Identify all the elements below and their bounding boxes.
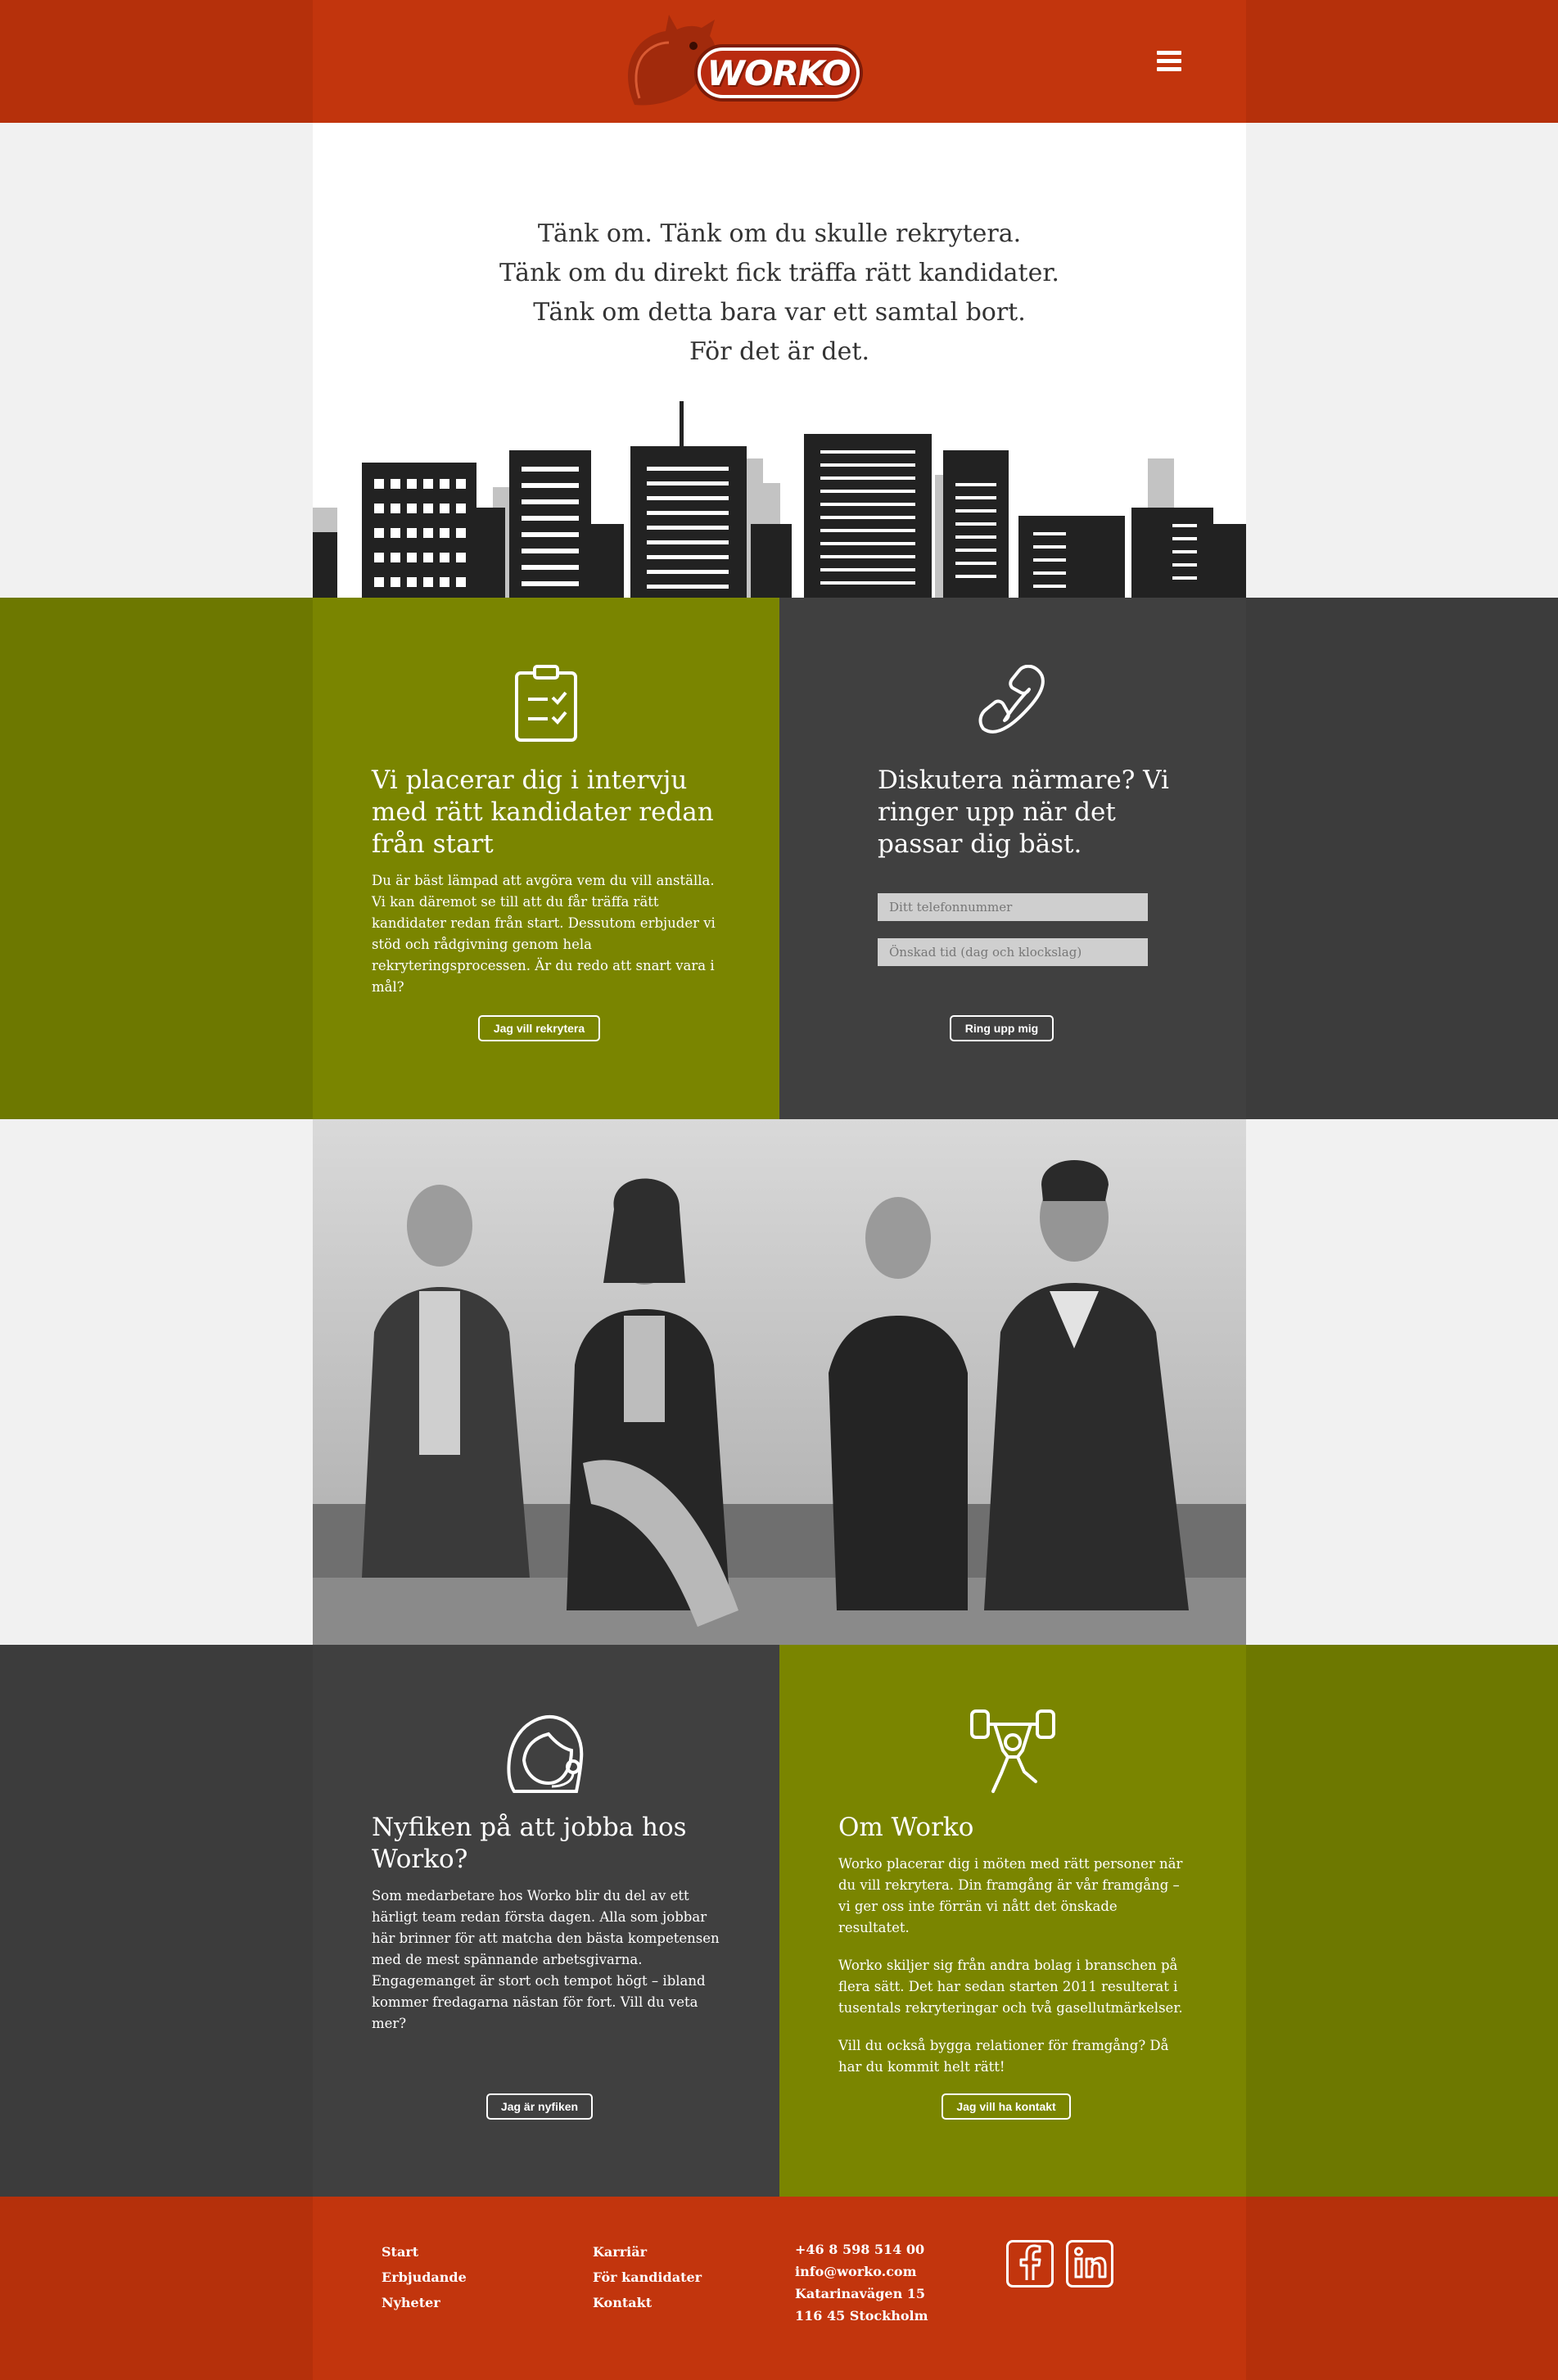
hero-line: För det är det. — [689, 337, 869, 366]
logo-wordmark[interactable]: WORKO — [698, 47, 860, 98]
footer-link-candidates[interactable]: För kandidater — [593, 2265, 702, 2290]
site-footer — [0, 2197, 1558, 2380]
footer-email[interactable]: info@worko.com — [795, 2260, 928, 2283]
footer-link-contact[interactable]: Kontakt — [593, 2290, 702, 2315]
recruit-button[interactable]: Jag vill rekrytera — [478, 1015, 600, 1041]
clipboard-checklist-icon — [515, 665, 577, 742]
team-photo — [313, 1119, 1246, 1645]
hero-line: Tänk om du direkt fick träffa rätt kandi… — [499, 259, 1059, 287]
footer-nav-col2: Karriär För kandidater Kontakt — [593, 2239, 702, 2315]
hero-line: Tänk om detta bara var ett samtal bort. — [533, 298, 1026, 327]
contact-me-button[interactable]: Jag vill ha kontakt — [942, 2093, 1071, 2120]
headset-person-icon — [507, 1715, 584, 1793]
curious-button[interactable]: Jag är nyfiken — [486, 2093, 593, 2120]
services-row — [0, 598, 1558, 1119]
team-photo-illustration — [313, 1119, 1246, 1645]
recruit-block: Vi placerar dig i intervju med rätt kand… — [372, 765, 732, 998]
recruit-body: Du är bäst lämpad att avgöra vem du vill… — [372, 873, 716, 995]
about-paragraph: Vill du också bygga relationer för framg… — [838, 2038, 1169, 2075]
hamburger-menu-icon[interactable] — [1157, 51, 1181, 72]
phone-number-input[interactable] — [878, 893, 1148, 921]
call-me-button[interactable]: Ring upp mig — [950, 1015, 1054, 1041]
hero-section: Tänk om. Tänk om du skulle rekrytera. Tä… — [313, 123, 1246, 598]
hero-text: Tänk om. Tänk om du skulle rekrytera. Tä… — [313, 215, 1246, 372]
facebook-icon[interactable] — [1006, 2240, 1054, 2287]
footer-link-news[interactable]: Nyheter — [382, 2290, 467, 2315]
hero-line: Tänk om. Tänk om du skulle rekrytera. — [537, 219, 1022, 248]
preferred-time-input[interactable] — [878, 938, 1148, 966]
footer-link-start[interactable]: Start — [382, 2239, 467, 2265]
careers-body: Som medarbetare hos Worko blir du del av… — [372, 1888, 720, 2031]
call-title: Diskutera närmare? Vi ringer upp när det… — [878, 765, 1169, 859]
about-row — [0, 1645, 1558, 2197]
city-skyline-illustration — [313, 401, 1246, 598]
about-paragraph: Worko skiljer sig från andra bolag i bra… — [838, 1958, 1183, 2016]
about-block: Om Worko Worko placerar dig i möten med … — [838, 1812, 1190, 2078]
weightlifter-icon — [970, 1709, 1055, 1793]
phone-icon — [978, 665, 1045, 734]
careers-title: Nyfiken på att jobba hos Worko? — [372, 1813, 687, 1874]
footer-contact-info: +46 8 598 514 00 info@worko.com Katarina… — [795, 2238, 928, 2327]
footer-city: 116 45 Stockholm — [795, 2308, 928, 2324]
footer-link-career[interactable]: Karriär — [593, 2239, 702, 2265]
linkedin-icon[interactable] — [1066, 2240, 1113, 2287]
call-block: Diskutera närmare? Vi ringer upp när det… — [878, 765, 1181, 860]
about-paragraph: Worko placerar dig i möten med rätt pers… — [838, 1856, 1183, 1935]
footer-street: Katarinavägen 15 — [795, 2286, 926, 2301]
footer-link-offering[interactable]: Erbjudande — [382, 2265, 467, 2290]
site-header: WORKO — [0, 0, 1558, 123]
footer-phone[interactable]: +46 8 598 514 00 — [795, 2238, 928, 2260]
footer-nav-col1: Start Erbjudande Nyheter — [382, 2239, 467, 2315]
about-title: Om Worko — [838, 1813, 974, 1842]
careers-block: Nyfiken på att jobba hos Worko? Som meda… — [372, 1812, 732, 2035]
recruit-title: Vi placerar dig i intervju med rätt kand… — [372, 765, 714, 859]
